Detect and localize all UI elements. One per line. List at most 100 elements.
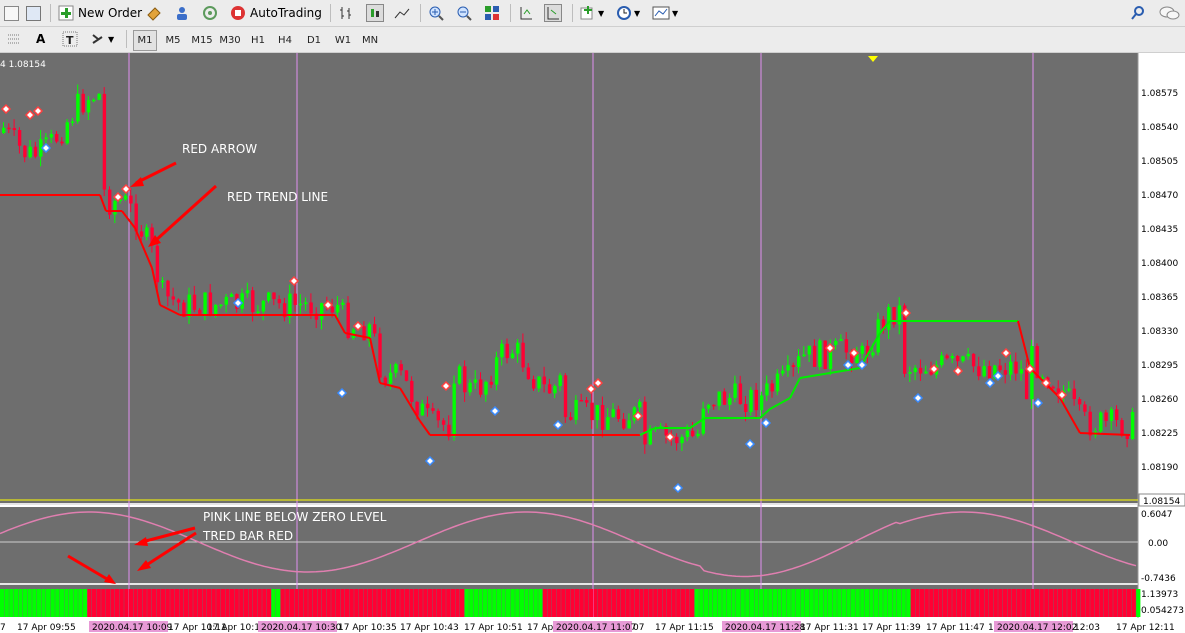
trend-bar (469, 589, 474, 617)
trend-bar (722, 589, 727, 617)
indicators-button[interactable]: ▼ (580, 3, 604, 23)
trend-bar (1002, 589, 1007, 617)
oscillator-pane[interactable] (0, 507, 1138, 583)
periods-button[interactable]: ▼ (616, 3, 640, 23)
timeframe-m30[interactable]: M30 (216, 30, 244, 51)
arrows-icon (90, 31, 106, 47)
profiles-button[interactable] (26, 3, 41, 23)
candle-body (675, 436, 679, 444)
candle-body (373, 324, 377, 334)
trend-bar (823, 589, 828, 617)
timeframe-m15[interactable]: M15 (188, 30, 216, 51)
trend-bar (634, 589, 639, 617)
candle-body (489, 381, 493, 385)
trend-bar (745, 589, 750, 617)
metaeditor-button[interactable] (146, 3, 162, 23)
terminal-button[interactable] (174, 3, 190, 23)
line-chart-button[interactable] (394, 3, 410, 23)
trend-bar (414, 589, 419, 617)
trend-bar (1067, 589, 1072, 617)
templates-button[interactable]: ▼ (652, 3, 678, 23)
trend-bar (506, 589, 511, 617)
trend-bar (358, 589, 363, 617)
text-tool-button[interactable]: A (36, 29, 45, 49)
osc-label-max: 0.6047 (1141, 510, 1173, 520)
timeframe-w1[interactable]: W1 (330, 30, 356, 51)
candle-body (717, 391, 721, 406)
chart-shift-button[interactable] (518, 3, 534, 23)
candle-body (738, 383, 743, 405)
candle-body (203, 292, 207, 315)
search-button[interactable] (1130, 3, 1146, 23)
trend-bar (685, 589, 690, 617)
zoom-out-button[interactable] (456, 3, 472, 23)
template-icon (652, 5, 670, 21)
trend-bar (1122, 589, 1127, 617)
candle-body (304, 302, 308, 304)
trend-bar (731, 589, 736, 617)
candle-body (1077, 399, 1082, 405)
price-label: 1.08575 (1141, 89, 1178, 99)
timeframe-d1[interactable]: D1 (302, 30, 326, 51)
tile-windows-button[interactable] (484, 3, 500, 23)
trend-bar (883, 589, 888, 617)
candle-body (722, 391, 727, 405)
timeframe-mn[interactable]: MN (356, 30, 384, 51)
timeframe-m1[interactable]: M1 (133, 30, 157, 51)
trend-bar (391, 589, 396, 617)
price-label: 1.08365 (1141, 293, 1178, 303)
candlestick-button[interactable] (366, 3, 384, 23)
arrows-button[interactable]: ▼ (90, 29, 114, 49)
timeframe-m5[interactable]: M5 (160, 30, 186, 51)
candle-body (1115, 409, 1119, 421)
trend-bar (179, 589, 184, 617)
candle-body (309, 302, 313, 314)
text-label-button[interactable]: T (62, 29, 78, 49)
new-order-button[interactable]: New Order (58, 3, 142, 23)
trend-bar (280, 589, 285, 617)
signals-button[interactable] (202, 3, 218, 23)
candle-body (574, 400, 578, 420)
trend-bar (18, 589, 23, 617)
candle-body (600, 405, 605, 430)
trend-bar (128, 589, 133, 617)
current-price-label: 1.08154 (1143, 497, 1180, 507)
new-chart-button[interactable] (4, 3, 19, 23)
autoscroll-button[interactable] (544, 3, 562, 23)
trend-bar (993, 589, 998, 617)
time-label: 17 Apr 10:1 (207, 623, 260, 633)
trend-bar (427, 589, 432, 617)
trend-bar (55, 589, 60, 617)
trend-bar (9, 589, 14, 617)
trend-bar (156, 589, 161, 617)
trend-bar (492, 589, 497, 617)
chart-window[interactable]: 4 1.08154 1.08575 1.08540 1.08505 1.0847… (0, 53, 1185, 633)
candle-body (706, 404, 711, 409)
trend-bar (1062, 589, 1067, 617)
candle-body (685, 430, 690, 437)
grid-tool-button[interactable] (6, 29, 22, 49)
trend-bar (625, 589, 630, 617)
trend-bar (920, 589, 925, 617)
trend-bar (989, 589, 994, 617)
trend-bar (1025, 589, 1030, 617)
trend-bar (519, 589, 524, 617)
trend-bar (832, 589, 837, 617)
timeframe-h1[interactable]: H1 (246, 30, 270, 51)
drawing-toolbar: A T ▼ M1 M5 M15 M30 H1 H4 D1 W1 MN (0, 27, 1185, 53)
chat-button[interactable] (1158, 3, 1180, 23)
autotrading-button[interactable]: AutoTrading (230, 3, 322, 23)
zoom-chart-icon (26, 5, 41, 21)
trend-bar (4, 589, 9, 617)
time-label: 17 Apr 10:35 (338, 623, 397, 633)
bar-chart-button[interactable] (338, 3, 354, 23)
candle-body (60, 141, 64, 144)
candle-body (1099, 412, 1103, 432)
autotrading-label: AutoTrading (250, 6, 322, 20)
price-label: 1.08225 (1141, 429, 1178, 439)
timeframe-h4[interactable]: H4 (272, 30, 298, 51)
trend-bar (202, 589, 207, 617)
trend-bar (69, 589, 74, 617)
trend-bar (749, 589, 754, 617)
zoom-in-button[interactable] (428, 3, 444, 23)
